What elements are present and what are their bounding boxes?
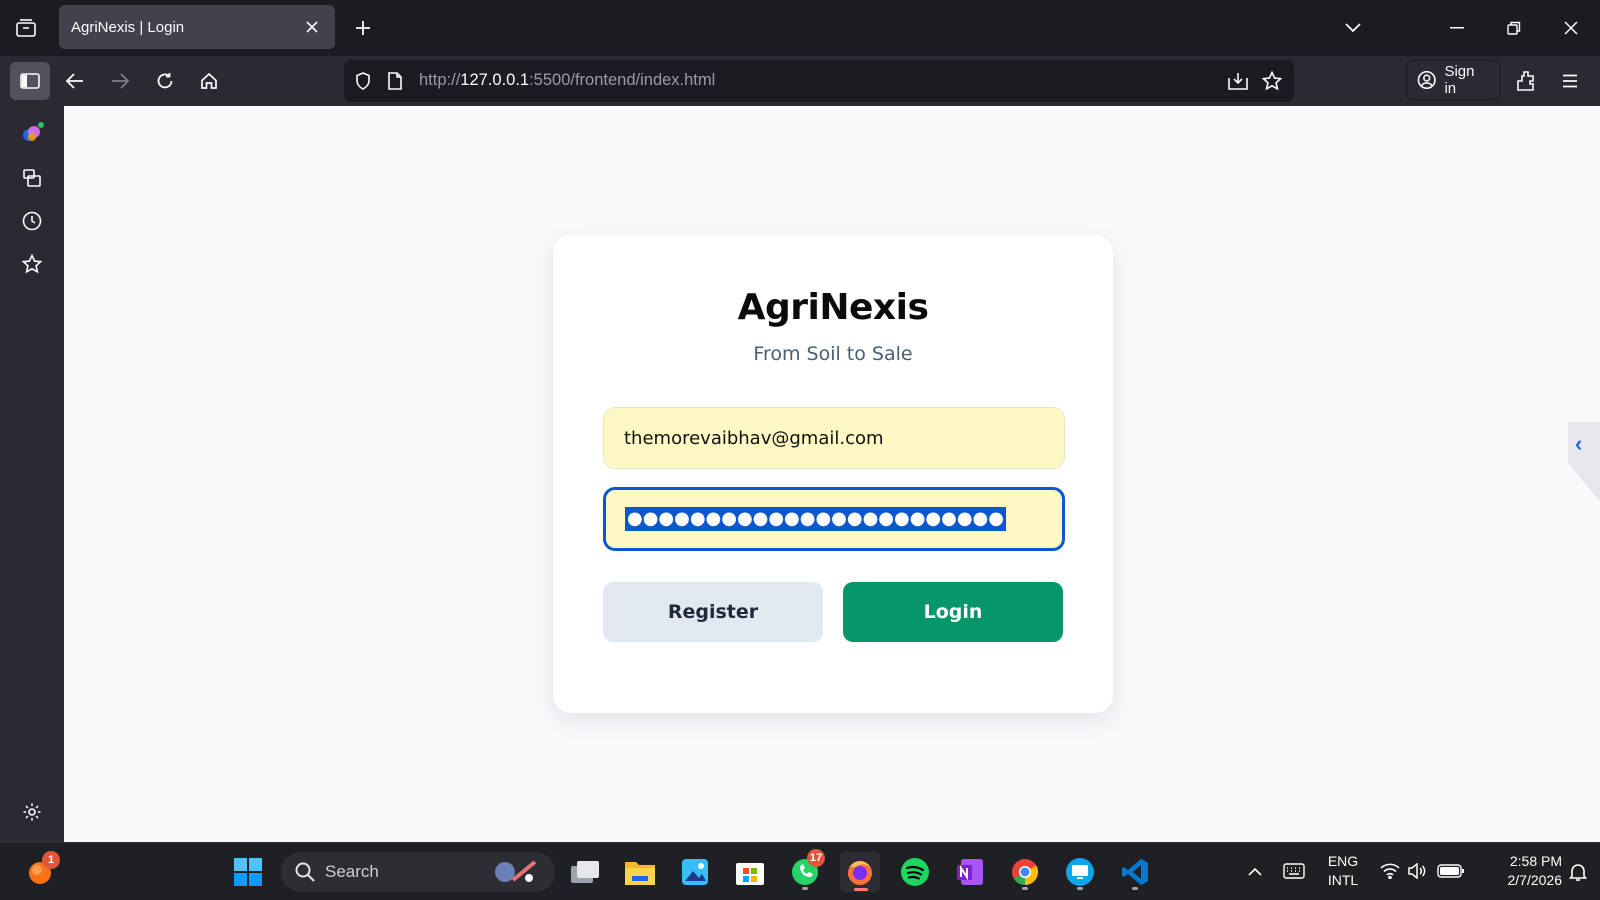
password-field[interactable]: ●●●●●●●●●●●●●●●●●●●●●●●● (603, 487, 1065, 551)
running-indicator (802, 887, 808, 890)
url-host: 127.0.0.1 (460, 71, 530, 89)
forward-arrow-icon[interactable] (106, 67, 134, 95)
windows-taskbar: 1 Search 17 ENG INTL 2:58 PM 2/7/2026 (0, 842, 1600, 900)
language-code: ENG (1327, 853, 1359, 869)
address-bar[interactable]: http://127.0.0.1:5500/frontend/index.htm… (344, 60, 1294, 102)
bookmarks-star-icon[interactable] (18, 250, 46, 278)
password-mask: ●●●●●●●●●●●●●●●●●●●●●●●● (625, 507, 1006, 531)
whatsapp-icon[interactable]: 17 (785, 849, 825, 892)
remote-desktop-icon[interactable] (1060, 852, 1100, 892)
register-button[interactable]: Register (603, 582, 823, 642)
login-button[interactable]: Login (843, 582, 1063, 642)
url-path: :5500/frontend/index.html (529, 71, 716, 89)
notification-badge: 1 (42, 851, 60, 869)
widgets-weather-icon[interactable]: 1 (20, 851, 60, 892)
list-tabs-chevron-icon[interactable] (1339, 14, 1367, 42)
battery-icon[interactable] (1436, 859, 1466, 883)
bookmark-star-icon[interactable] (1259, 68, 1285, 94)
search-icon (295, 862, 315, 882)
new-tab-icon[interactable] (349, 14, 377, 42)
back-arrow-icon[interactable] (61, 67, 89, 95)
running-indicator (1022, 887, 1028, 890)
spotify-icon[interactable] (895, 852, 935, 892)
tracking-shield-icon[interactable] (350, 68, 376, 94)
tab-strip: AgriNexis | Login (0, 0, 1600, 56)
active-tab[interactable]: AgriNexis | Login (59, 5, 335, 49)
browser-sidebar (0, 106, 64, 842)
sidebar-toggle-icon[interactable] (10, 62, 50, 100)
side-panel-handle[interactable] (1568, 422, 1600, 504)
tab-close-icon[interactable] (301, 16, 323, 38)
close-window-icon[interactable] (1557, 14, 1585, 42)
language-indicator[interactable]: ENG INTL (1322, 852, 1364, 890)
running-indicator (1077, 887, 1083, 890)
keyboard-icon[interactable] (1281, 859, 1307, 883)
url-scheme: http:// (419, 71, 461, 89)
search-highlight-icon (495, 860, 537, 882)
tab-overview-icon[interactable] (12, 14, 40, 42)
settings-gear-icon[interactable] (18, 798, 46, 826)
email-field[interactable]: themorevaibhav@gmail.com (603, 407, 1065, 469)
app-menu-icon[interactable] (1556, 67, 1584, 95)
whatsapp-badge: 17 (807, 849, 825, 867)
running-indicator (1132, 887, 1138, 890)
login-card: AgriNexis From Soil to Sale themorevaibh… (553, 235, 1113, 713)
email-value: themorevaibhav@gmail.com (624, 427, 884, 449)
vscode-icon[interactable] (1115, 852, 1155, 892)
show-hidden-icons-chevron-icon[interactable] (1243, 859, 1267, 883)
history-clock-icon[interactable] (18, 207, 46, 235)
url-text: http://127.0.0.1:5500/frontend/index.htm… (419, 71, 715, 90)
minimize-icon[interactable] (1443, 14, 1471, 42)
extensions-icon[interactable] (1512, 67, 1540, 95)
task-view-icon[interactable] (565, 852, 605, 892)
notifications-bell-icon[interactable] (1566, 859, 1590, 885)
app-tagline: From Soil to Sale (753, 343, 913, 365)
save-download-icon[interactable] (1225, 68, 1251, 94)
firefox-taskbar-icon[interactable] (840, 852, 880, 892)
search-placeholder: Search (325, 862, 379, 881)
chevron-left-icon[interactable]: ‹ (1575, 431, 1582, 457)
chrome-icon[interactable] (1005, 852, 1045, 892)
page-info-icon[interactable] (382, 68, 408, 94)
synced-tabs-icon[interactable] (18, 164, 46, 192)
active-app-indicator (854, 888, 868, 891)
sign-in-label: Sign in (1444, 63, 1475, 97)
taskbar-search-box[interactable]: Search (281, 852, 555, 892)
photos-icon[interactable] (675, 852, 715, 892)
onenote-icon[interactable] (950, 852, 990, 892)
volume-icon[interactable] (1405, 859, 1429, 883)
sign-in-button[interactable]: Sign in (1406, 60, 1500, 100)
clock-time: 2:58 PM (1509, 853, 1562, 869)
app-title: AgriNexis (737, 287, 929, 328)
restore-icon[interactable] (1500, 14, 1528, 42)
wifi-icon[interactable] (1378, 859, 1402, 883)
keyboard-layout: INTL (1327, 872, 1359, 888)
reload-icon[interactable] (151, 67, 179, 95)
navigation-toolbar: http://127.0.0.1:5500/frontend/index.htm… (0, 56, 1600, 106)
microsoft-store-icon[interactable] (730, 852, 770, 892)
file-explorer-icon[interactable] (620, 852, 660, 892)
home-icon[interactable] (195, 67, 223, 95)
copilot-icon[interactable] (18, 120, 46, 148)
clock-date: 2/7/2026 (1507, 872, 1563, 888)
web-page: AgriNexis From Soil to Sale themorevaibh… (64, 106, 1600, 842)
clock[interactable]: 2:58 PM 2/7/2026 (1480, 852, 1563, 890)
start-windows-icon[interactable] (228, 852, 268, 892)
account-icon (1417, 70, 1436, 90)
tab-title: AgriNexis | Login (71, 18, 185, 36)
